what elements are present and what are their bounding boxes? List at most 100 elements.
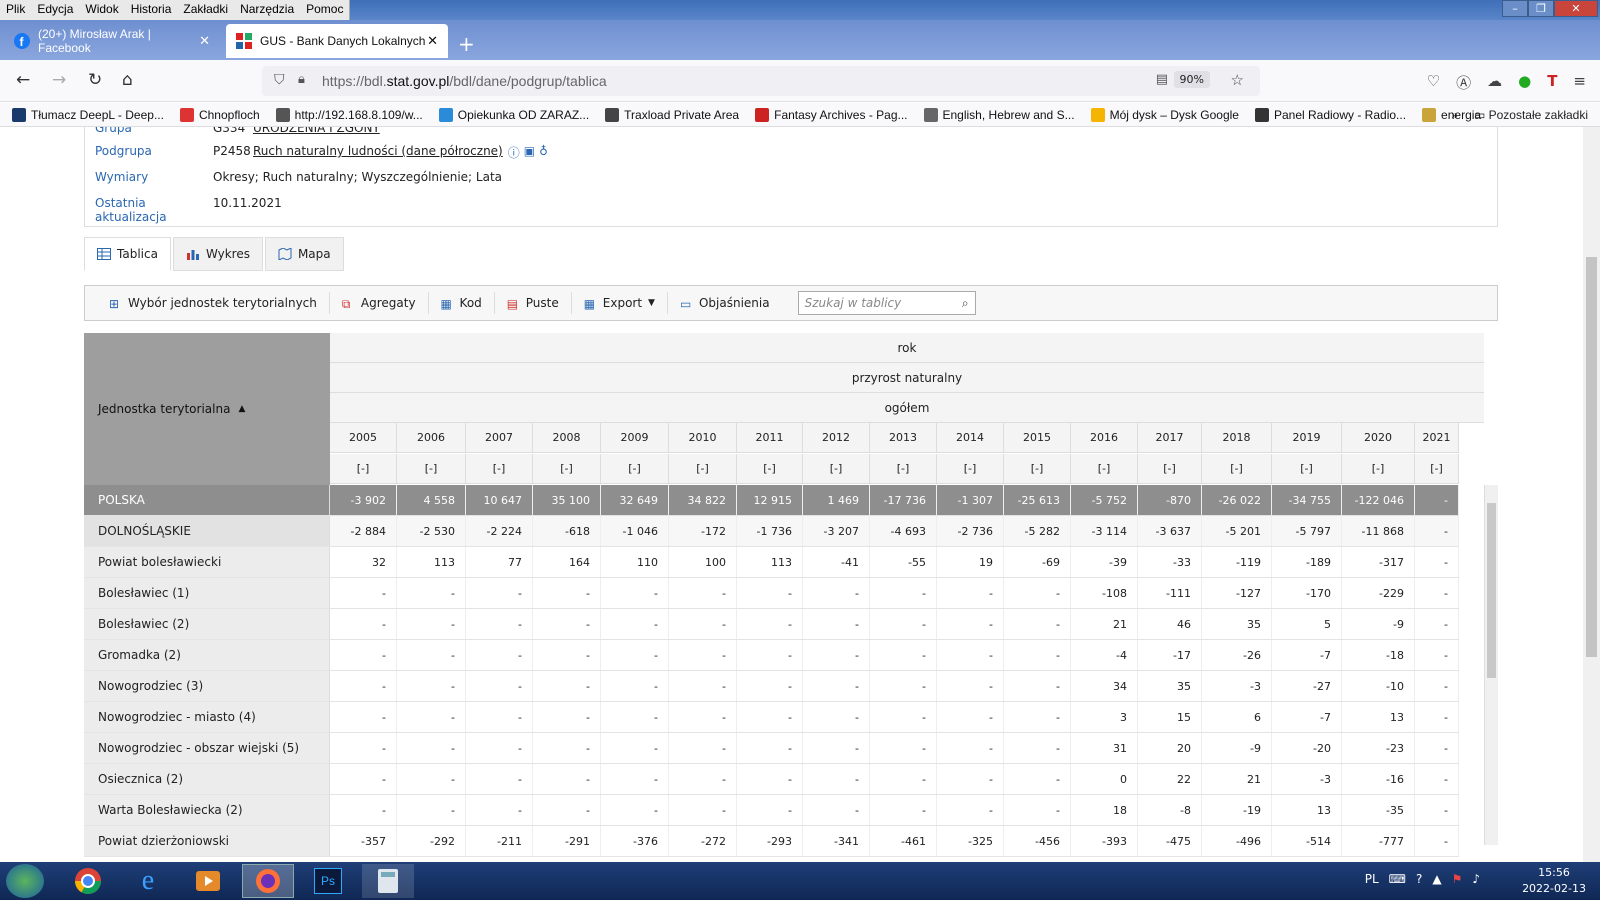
shield-icon[interactable]: ⛉ (274, 72, 285, 88)
menu-item[interactable]: Zakładki (177, 0, 234, 20)
empty-button[interactable]: ▤ Puste (495, 292, 572, 314)
tab-wykres[interactable]: Wykres (172, 237, 263, 271)
table-scrollbar[interactable] (1484, 485, 1498, 845)
row-unit-name[interactable]: Powiat dzierżoniowski (84, 826, 330, 856)
menu-item[interactable]: Historia (125, 0, 178, 20)
bracket-cell[interactable]: [-] (466, 454, 533, 484)
bracket-cell[interactable]: [-] (1071, 454, 1138, 484)
bracket-cell[interactable]: [-] (937, 454, 1004, 484)
close-tab-icon[interactable]: ✕ (199, 33, 210, 49)
bracket-cell[interactable]: [-] (330, 454, 397, 484)
year-header[interactable]: 2016 (1071, 423, 1138, 453)
bracket-cell[interactable]: [-] (1004, 454, 1071, 484)
menu-item[interactable]: Narzędzia (234, 0, 300, 20)
year-header[interactable]: 2006 (397, 423, 466, 453)
year-header[interactable]: 2021 (1415, 423, 1459, 453)
row-unit-name[interactable]: Powiat bolesławiecki (84, 547, 330, 577)
bracket-cell[interactable]: [-] (1415, 454, 1459, 484)
podgrupa-link[interactable]: Ruch naturalny ludności (dane półroczne) (253, 144, 503, 161)
info-icon[interactable]: ⓘ (508, 144, 520, 161)
bracket-cell[interactable]: [-] (1138, 454, 1202, 484)
document-icon[interactable]: ▣ (524, 144, 535, 161)
minimize-button[interactable]: – (1502, 0, 1528, 17)
bookmark-item[interactable]: Traxload Private Area (605, 107, 739, 122)
bookmark-item[interactable]: Tłumacz DeepL - Deep... (12, 107, 164, 122)
bracket-cell[interactable]: [-] (533, 454, 601, 484)
table-search-input[interactable]: Szukaj w tablicy ⌕ (797, 291, 976, 315)
clock[interactable]: 15:56 2022-02-13 (1522, 865, 1586, 897)
extension-t-icon[interactable]: T (1547, 72, 1557, 93)
bracket-cell[interactable]: [-] (669, 454, 737, 484)
row-unit-name[interactable]: Gromadka (2) (84, 640, 330, 670)
row-unit-name[interactable]: Nowogrodziec - obszar wiejski (5) (84, 733, 330, 763)
ie-icon[interactable]: e (122, 864, 174, 898)
grupa-link[interactable]: URODZENIA I ZGONY (253, 127, 380, 135)
bookmark-star-icon[interactable]: ☆ (1231, 71, 1244, 89)
restore-button[interactable]: ❐ (1528, 0, 1554, 17)
menu-icon[interactable]: ≡ (1573, 72, 1586, 93)
sort-territorial-unit[interactable]: Jednostka terytorialna ▲ (84, 333, 330, 485)
bracket-cell[interactable]: [-] (397, 454, 466, 484)
other-bookmarks[interactable]: ▭ Pozostałe zakładki (1474, 108, 1588, 122)
year-header[interactable]: 2018 (1202, 423, 1272, 453)
row-unit-name[interactable]: Bolesławiec (1) (84, 578, 330, 608)
pin-icon[interactable]: ♁ (539, 144, 548, 161)
media-player-icon[interactable] (182, 864, 234, 898)
year-header[interactable]: 2007 (466, 423, 533, 453)
extension-icon[interactable]: ☁ (1487, 72, 1502, 93)
forward-icon[interactable]: → (52, 70, 66, 90)
network-icon[interactable]: ▲ (1432, 872, 1441, 886)
bookmark-item[interactable]: Opiekunka OD ZARAZ... (438, 107, 589, 122)
export-button[interactable]: ▦ Export ▼ (572, 292, 668, 314)
address-bar[interactable]: ⛉ 🔒︎ https://bdl.stat.gov.pl/bdl/dane/po… (262, 66, 1260, 96)
bookmark-item[interactable]: http://192.168.8.109/w... (275, 107, 423, 122)
row-unit-name[interactable]: DOLNOŚLĄSKIE (84, 516, 330, 546)
reload-icon[interactable]: ↻ (88, 70, 102, 90)
year-header[interactable]: 2010 (669, 423, 737, 453)
page-scrollbar[interactable] (1583, 127, 1600, 862)
close-window-button[interactable]: ✕ (1554, 0, 1598, 17)
bracket-cell[interactable]: [-] (1272, 454, 1342, 484)
year-header[interactable]: 2017 (1138, 423, 1202, 453)
year-header[interactable]: 2015 (1004, 423, 1071, 453)
pocket-icon[interactable]: ♡ (1427, 72, 1440, 93)
bracket-cell[interactable]: [-] (601, 454, 669, 484)
close-tab-icon[interactable]: ✕ (427, 33, 438, 49)
firefox-icon[interactable] (242, 864, 294, 898)
chevron-right-icon[interactable]: » (1451, 108, 1458, 122)
year-header[interactable]: 2019 (1272, 423, 1342, 453)
chrome-icon[interactable] (62, 864, 114, 898)
tab-gus[interactable]: GUS - Bank Danych Lokalnych ✕ (226, 24, 448, 58)
tab-tablica[interactable]: Tablica (84, 237, 171, 271)
zoom-level[interactable]: 90% (1173, 71, 1210, 88)
language-indicator[interactable]: PL (1365, 872, 1379, 886)
explanations-button[interactable]: ▭ Objaśnienia (668, 292, 782, 314)
bracket-cell[interactable]: [-] (870, 454, 937, 484)
reader-view-icon[interactable]: ▤ (1156, 72, 1168, 87)
search-icon[interactable]: ⌕ (962, 296, 969, 311)
year-header[interactable]: 2008 (533, 423, 601, 453)
help-icon[interactable]: ? (1416, 872, 1422, 886)
photoshop-icon[interactable]: Ps (302, 864, 354, 898)
bookmark-item[interactable]: Chnopfloch (179, 107, 260, 122)
row-unit-name[interactable]: Osiecznica (2) (84, 764, 330, 794)
keyboard-icon[interactable]: ⌨ (1389, 872, 1406, 886)
year-header[interactable]: 2014 (937, 423, 1004, 453)
row-unit-name[interactable]: Nowogrodziec (3) (84, 671, 330, 701)
year-header[interactable]: 2013 (870, 423, 937, 453)
year-header[interactable]: 2012 (803, 423, 870, 453)
bookmark-item[interactable]: Fantasy Archives - Pag... (755, 107, 908, 122)
row-unit-name[interactable]: Bolesławiec (2) (84, 609, 330, 639)
bracket-cell[interactable]: [-] (1202, 454, 1272, 484)
bookmark-item[interactable]: Panel Radiowy - Radio... (1254, 107, 1406, 122)
bracket-cell[interactable]: [-] (1342, 454, 1415, 484)
year-header[interactable]: 2005 (330, 423, 397, 453)
tab-facebook[interactable]: f (20+) Mirosław Arak | Facebook ✕ (4, 24, 220, 58)
menu-item[interactable]: Edycja (31, 0, 79, 20)
select-units-button[interactable]: ⊞ Wybór jednostek terytorialnych (97, 292, 330, 314)
start-button[interactable] (6, 864, 44, 898)
calculator-icon[interactable] (362, 864, 414, 898)
home-icon[interactable]: ⌂ (122, 70, 133, 90)
code-button[interactable]: ▦ Kod (429, 292, 495, 314)
bracket-cell[interactable]: [-] (803, 454, 870, 484)
